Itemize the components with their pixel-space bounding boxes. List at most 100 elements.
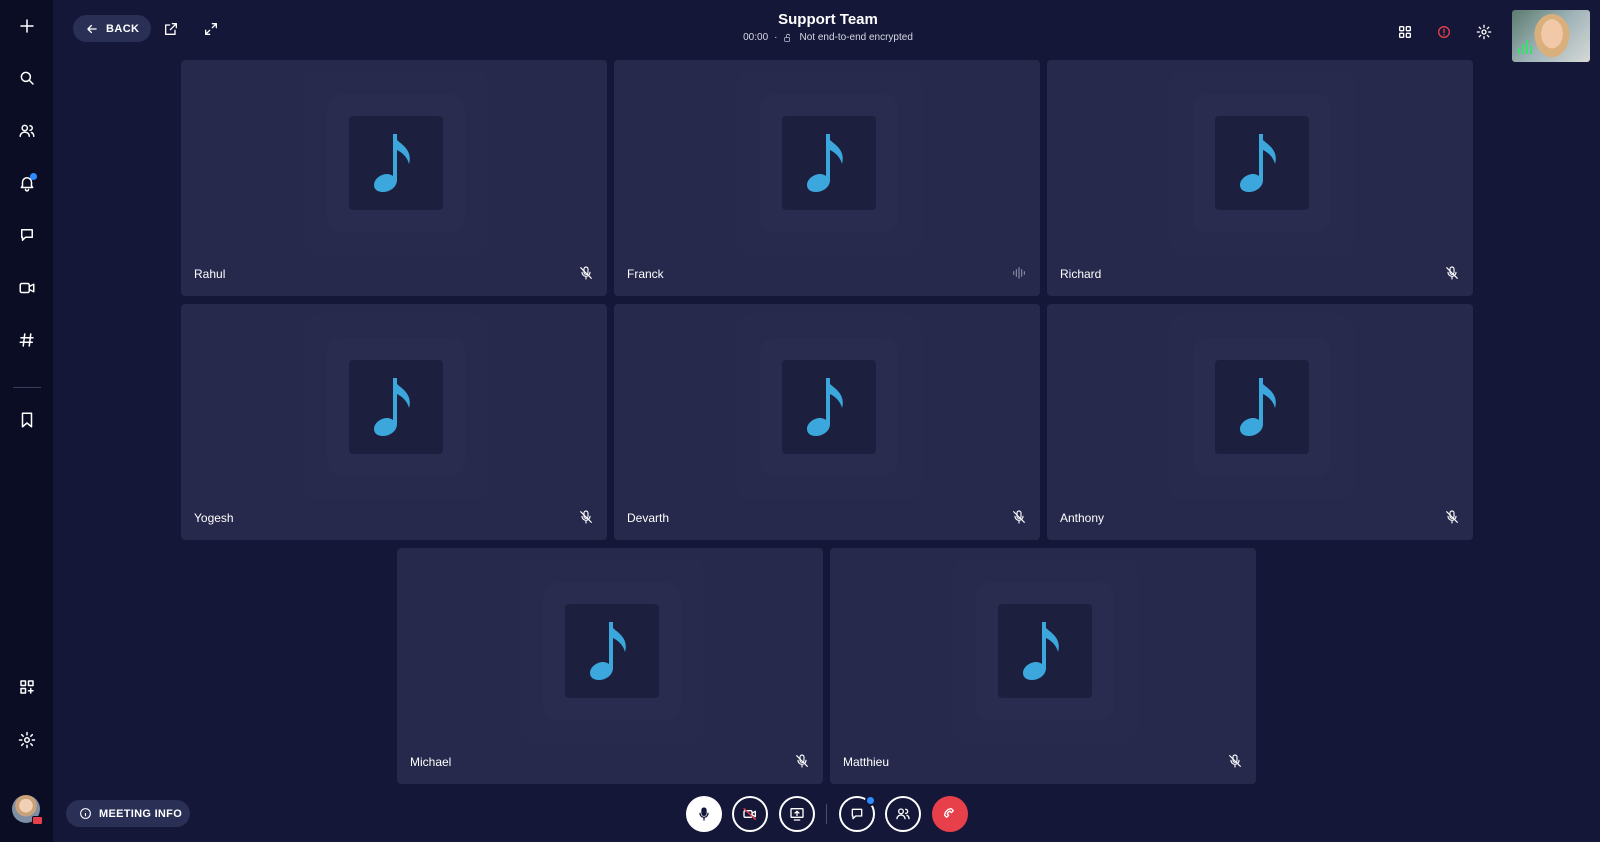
apps-button[interactable] — [11, 671, 43, 703]
meetings-button[interactable] — [11, 272, 43, 304]
music-note-icon — [373, 132, 419, 194]
audio-avatar — [349, 116, 443, 210]
arrow-left-icon — [87, 24, 97, 33]
music-note-icon — [806, 376, 852, 438]
hang-up-button[interactable] — [932, 796, 968, 832]
grid-layout-icon — [1399, 25, 1411, 38]
mic-off-icon — [1444, 509, 1460, 525]
mic-off-icon — [1011, 509, 1027, 525]
mic-off-icon — [1444, 265, 1460, 281]
external-link-icon — [165, 23, 177, 35]
mic-off-icon — [578, 265, 594, 281]
new-button[interactable] — [11, 10, 43, 42]
participants-icon — [896, 808, 910, 820]
meeting-info-label: MEETING INFO — [99, 807, 183, 820]
share-screen-button[interactable] — [779, 796, 815, 832]
participant-tile[interactable]: Devarth — [614, 304, 1040, 540]
mic-off-icon — [1227, 753, 1243, 769]
music-note-icon — [1239, 376, 1285, 438]
presence-badge — [32, 816, 43, 825]
participant-name: Richard — [1060, 267, 1102, 281]
channels-button[interactable] — [11, 324, 43, 356]
self-view-video[interactable] — [1512, 10, 1590, 62]
audio-avatar — [565, 604, 659, 698]
meeting-chat-button[interactable] — [839, 795, 876, 832]
participant-tile[interactable]: Franck — [614, 60, 1040, 296]
settings-button[interactable] — [11, 724, 43, 756]
mute-button[interactable] — [686, 796, 722, 832]
chat-icon — [851, 808, 863, 820]
audio-avatar — [1215, 360, 1309, 454]
apps-icon — [20, 680, 34, 694]
search-button[interactable] — [11, 62, 43, 94]
audio-wave-icon — [1011, 265, 1027, 281]
gear-icon — [18, 731, 36, 749]
call-settings-button[interactable] — [1472, 20, 1496, 44]
audio-level-meter — [1518, 40, 1532, 54]
left-rail — [0, 0, 53, 842]
info-icon — [80, 808, 91, 819]
plus-icon — [20, 19, 34, 33]
call-health-button[interactable] — [1432, 20, 1456, 44]
audio-avatar — [998, 604, 1092, 698]
self-view-face — [1534, 14, 1570, 58]
contacts-button[interactable] — [11, 115, 43, 147]
meeting-info-button[interactable]: MEETING INFO — [66, 800, 190, 827]
encryption-status: Not end-to-end encrypted — [799, 32, 913, 43]
participant-tile[interactable]: Matthieu — [830, 548, 1256, 784]
call-subtitle: 00:00 · Not end-to-end encrypted — [680, 32, 976, 43]
participant-tile[interactable]: Yogesh — [181, 304, 607, 540]
user-avatar[interactable] — [12, 795, 43, 825]
music-note-icon — [1239, 132, 1285, 194]
participant-name: Devarth — [627, 511, 670, 525]
chat-button[interactable] — [11, 219, 43, 251]
participant-tile[interactable]: Anthony — [1047, 304, 1473, 540]
music-note-icon — [806, 132, 852, 194]
bookmark-icon — [21, 412, 33, 428]
audio-avatar — [1215, 116, 1309, 210]
music-note-icon — [373, 376, 419, 438]
back-button[interactable]: BACK — [73, 15, 151, 42]
fullscreen-button[interactable] — [199, 17, 223, 41]
notification-dot — [30, 173, 37, 180]
participant-name: Michael — [410, 755, 452, 769]
call-timer: 00:00 — [743, 32, 769, 43]
hashtag-icon — [19, 333, 34, 347]
music-note-icon — [1022, 620, 1068, 682]
hang-up-icon — [944, 808, 954, 818]
participant-name: Rahul — [194, 267, 226, 281]
participant-name: Yogesh — [194, 511, 234, 525]
mic-off-icon — [794, 753, 810, 769]
audio-avatar — [782, 360, 876, 454]
participant-name: Anthony — [1060, 511, 1105, 525]
meeting-title: Support Team — [778, 11, 878, 28]
camera-button[interactable] — [732, 796, 768, 832]
expand-icon — [205, 23, 217, 35]
microphone-icon — [699, 807, 709, 821]
contacts-icon — [19, 124, 35, 137]
search-icon — [20, 71, 34, 85]
camera-off-icon — [743, 808, 756, 820]
alert-icon — [1438, 26, 1450, 38]
bookmarks-button[interactable] — [11, 404, 43, 436]
gear-icon — [1476, 24, 1492, 40]
participant-name: Franck — [627, 267, 664, 281]
audio-avatar — [349, 360, 443, 454]
participant-tile[interactable]: Richard — [1047, 60, 1473, 296]
participant-tile[interactable]: Rahul — [181, 60, 607, 296]
music-note-icon — [589, 620, 635, 682]
notifications-button[interactable] — [11, 167, 43, 199]
subtitle-separator: · — [774, 32, 778, 43]
call-header: Support Team 00:00 · Not end-to-end encr… — [680, 11, 976, 43]
audio-avatar — [782, 116, 876, 210]
video-icon — [19, 282, 35, 294]
rail-divider — [13, 387, 41, 388]
participant-name: Matthieu — [843, 755, 890, 769]
chat-icon — [21, 229, 33, 241]
layout-button[interactable] — [1393, 20, 1417, 44]
participant-tile[interactable]: Michael — [397, 548, 823, 784]
pop-out-button[interactable] — [159, 17, 183, 41]
participants-button[interactable] — [885, 796, 921, 832]
unlocked-icon — [784, 33, 791, 42]
back-label: BACK — [106, 22, 140, 35]
